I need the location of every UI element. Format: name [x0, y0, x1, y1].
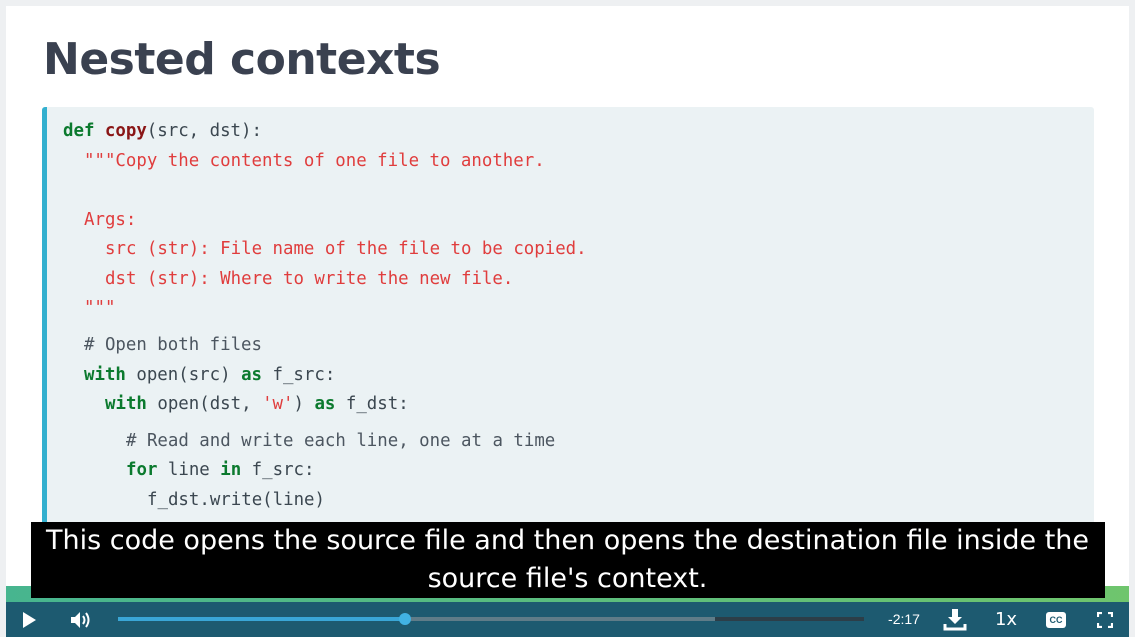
download-button[interactable]: [942, 606, 968, 632]
code-function-name: copy: [104, 121, 147, 141]
time-remaining: -2:17: [888, 611, 920, 627]
code-text: ): [293, 394, 315, 414]
code-text: f_src:: [241, 460, 315, 480]
code-text: f_src:: [262, 365, 336, 385]
download-icon: [943, 609, 967, 631]
code-text: line: [157, 460, 221, 480]
code-keyword: with: [84, 365, 126, 385]
code-string: 'w': [262, 394, 294, 414]
code-line-9: with open(dst, 'w') as f_dst:: [105, 394, 409, 414]
code-line-7: # Open both files: [84, 335, 262, 355]
slide-title: Nested contexts: [43, 34, 441, 85]
code-keyword: as: [314, 394, 336, 414]
code-line-3: Args:: [84, 210, 137, 230]
progress-handle[interactable]: [399, 613, 412, 625]
playback-speed-button[interactable]: 1x: [988, 609, 1024, 630]
slide: Nested contexts def copy(src, dst): """C…: [6, 6, 1129, 606]
code-text: f_dst:: [335, 394, 409, 414]
closed-captions-button[interactable]: CC: [1046, 612, 1066, 628]
code-line-2: """Copy the contents of one file to anot…: [84, 151, 545, 171]
play-icon: [23, 612, 36, 628]
progress-bar[interactable]: [118, 613, 864, 625]
code-line-10: # Read and write each line, one at a tim…: [126, 431, 556, 451]
fullscreen-icon: [1097, 612, 1113, 628]
code-line-8: with open(src) as f_src:: [84, 365, 335, 385]
play-button[interactable]: [18, 610, 40, 630]
code-line-4: src (str): File name of the file to be c…: [105, 239, 587, 259]
code-block: def copy(src, dst): """Copy the contents…: [42, 107, 1094, 537]
code-line-5: dst (str): Where to write the new file.: [105, 269, 514, 289]
code-text: open(dst,: [146, 394, 263, 414]
volume-icon: [71, 612, 90, 628]
code-keyword: with: [105, 394, 147, 414]
code-text: (src, dst):: [146, 121, 262, 141]
code-line-12: f_dst.write(line): [147, 490, 325, 510]
code-text: open(src): [125, 365, 242, 385]
code-line-11: for line in f_src:: [126, 460, 315, 480]
code-line-1: def copy(src, dst):: [63, 121, 262, 141]
code-keyword: in: [220, 460, 242, 480]
closed-captions-icon: CC: [1046, 612, 1066, 628]
volume-button[interactable]: [68, 609, 94, 631]
video-player-controls: -2:17 1x CC: [6, 602, 1129, 637]
code-keyword: for: [126, 460, 158, 480]
fullscreen-button[interactable]: [1096, 611, 1114, 629]
subtitle-caption: This code opens the source file and then…: [0, 522, 1135, 598]
code-line-6: """: [84, 298, 116, 318]
caption-text: This code opens the source file and then…: [30, 522, 1105, 598]
code-keyword: as: [241, 365, 263, 385]
played-bar: [118, 617, 406, 621]
code-keyword: def: [63, 121, 95, 141]
